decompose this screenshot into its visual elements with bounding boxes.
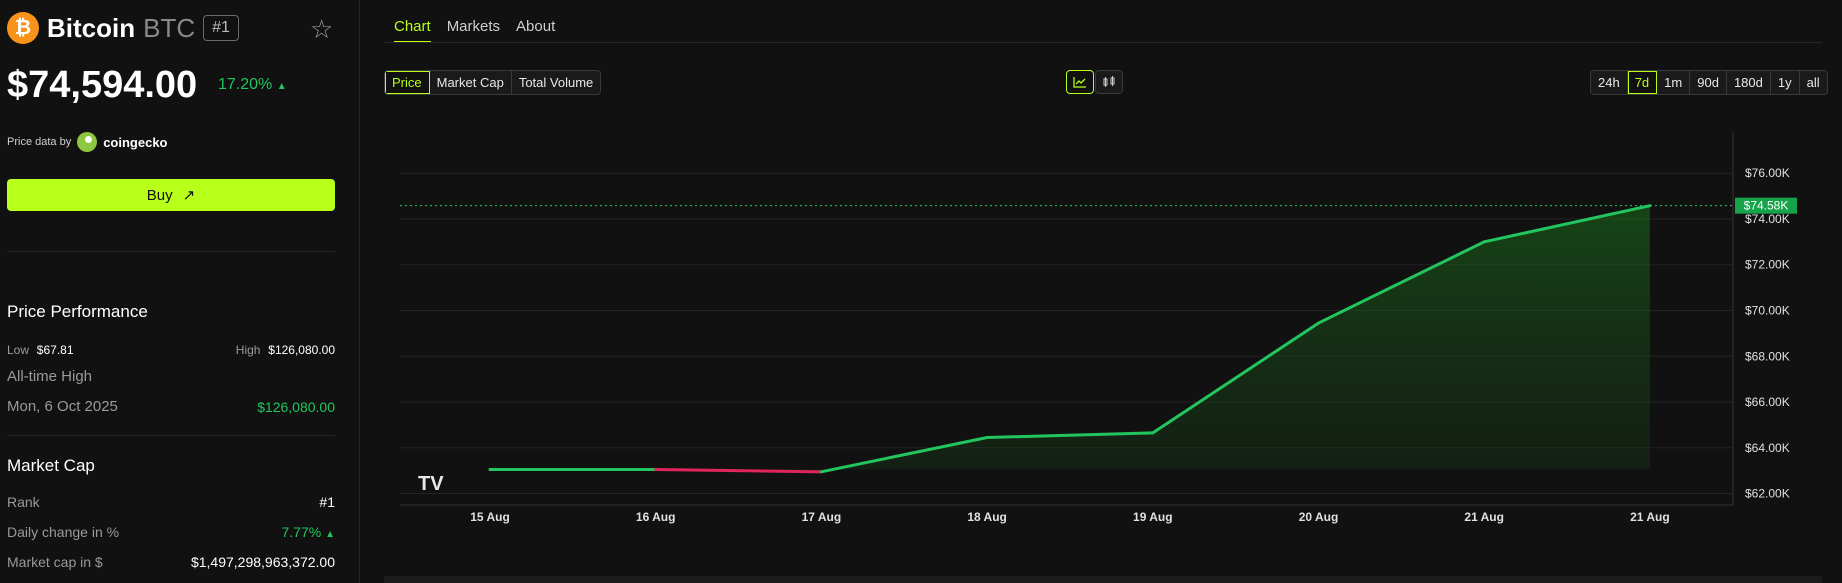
divider	[7, 435, 335, 436]
current-price: $74,594.00	[7, 64, 198, 106]
coin-symbol: BTC	[143, 12, 196, 43]
divider	[7, 251, 335, 252]
price-change: 17.20% ▲	[218, 76, 287, 94]
arrow-up-right-icon: ↗	[182, 187, 196, 204]
daily-change-label: Daily change in %	[7, 524, 120, 540]
x-tick-label: 17 Aug	[802, 510, 842, 524]
low-high-row: Low $67.81 High $126,080.00	[7, 341, 335, 357]
current-price-label: $74.58K	[1744, 199, 1789, 213]
y-tick-label: $66.00K	[1745, 395, 1790, 409]
chart-footer-bar	[384, 576, 1822, 583]
coingecko-name[interactable]: coingecko	[103, 135, 167, 150]
chart-panel: Chart Markets About Price Market Cap Tot…	[360, 0, 1842, 583]
ath-date: Mon, 6 Oct 2025	[7, 398, 118, 415]
up-arrow-icon: ▲	[276, 81, 287, 92]
ath-value: $126,080.00	[257, 398, 335, 415]
y-tick-label: $62.00K	[1745, 487, 1790, 501]
price-chart[interactable]: $74.58K $62.00K $64.00K $66.00K $68.00K $70.0…	[360, 0, 1842, 576]
coingecko-logo-icon	[77, 132, 98, 152]
rank-row: Rank #1	[7, 494, 335, 510]
x-tick-label: 19 Aug	[1133, 510, 1173, 524]
bitcoin-logo-icon: ₿	[7, 12, 39, 44]
x-tick-label: 20 Aug	[1299, 510, 1339, 524]
star-icon[interactable]: ☆	[310, 14, 333, 45]
market-cap-value: $1,497,298,963,372.00	[190, 554, 335, 570]
coin-name: Bitcoin	[47, 12, 136, 43]
market-cap-title: Market Cap	[7, 456, 95, 475]
y-tick-label: $70.00K	[1745, 303, 1790, 317]
coin-header: ₿ Bitcoin BTC #1	[7, 12, 239, 44]
tradingview-logo-icon: TV	[418, 473, 444, 495]
x-tick-label: 21 Aug	[1630, 510, 1670, 524]
performance-title: Price Performance	[7, 302, 148, 321]
y-tick-label: $76.00K	[1745, 166, 1790, 180]
x-tick-label: 15 Aug	[470, 510, 510, 524]
buy-button[interactable]: Buy ↗	[7, 179, 335, 211]
rank-badge: #1	[203, 15, 239, 41]
rank-label: Rank	[7, 494, 40, 510]
buy-label: Buy	[146, 186, 173, 204]
market-cap-label: Market cap in $	[7, 554, 103, 570]
market-cap-row: Market cap in $ $1,497,298,963,372.00	[7, 554, 335, 570]
price-data-attribution: Price data by coingecko	[7, 132, 168, 152]
high-label: High	[235, 343, 261, 357]
ath-label-row: All-time High	[7, 368, 335, 385]
y-tick-label: $64.00K	[1745, 441, 1790, 455]
coin-panel: ₿ Bitcoin BTC #1 ☆ $74,594.00 17.20% ▲ P…	[0, 0, 360, 583]
daily-change-value: 7.77%	[281, 524, 322, 540]
low-value: $67.81	[36, 343, 74, 357]
price-change-value: 17.20%	[218, 76, 273, 93]
y-tick-label: $72.00K	[1745, 258, 1790, 272]
daily-change-row: Daily change in % 7.77% ▲	[7, 524, 335, 540]
low-label: Low	[7, 343, 30, 357]
rank-value: #1	[319, 494, 335, 510]
x-tick-label: 18 Aug	[967, 510, 1007, 524]
price-data-label: Price data by	[7, 136, 72, 148]
y-tick-label: $68.00K	[1745, 349, 1790, 363]
ath-row: Mon, 6 Oct 2025 $126,080.00	[7, 398, 335, 415]
x-tick-label: 16 Aug	[636, 510, 676, 524]
up-arrow-icon: ▲	[325, 529, 335, 540]
ath-label: All-time High	[7, 368, 93, 385]
high-value: $126,080.00	[268, 343, 335, 357]
x-tick-label: 21 Aug	[1464, 510, 1504, 524]
y-tick-label: $74.00K	[1745, 212, 1790, 226]
